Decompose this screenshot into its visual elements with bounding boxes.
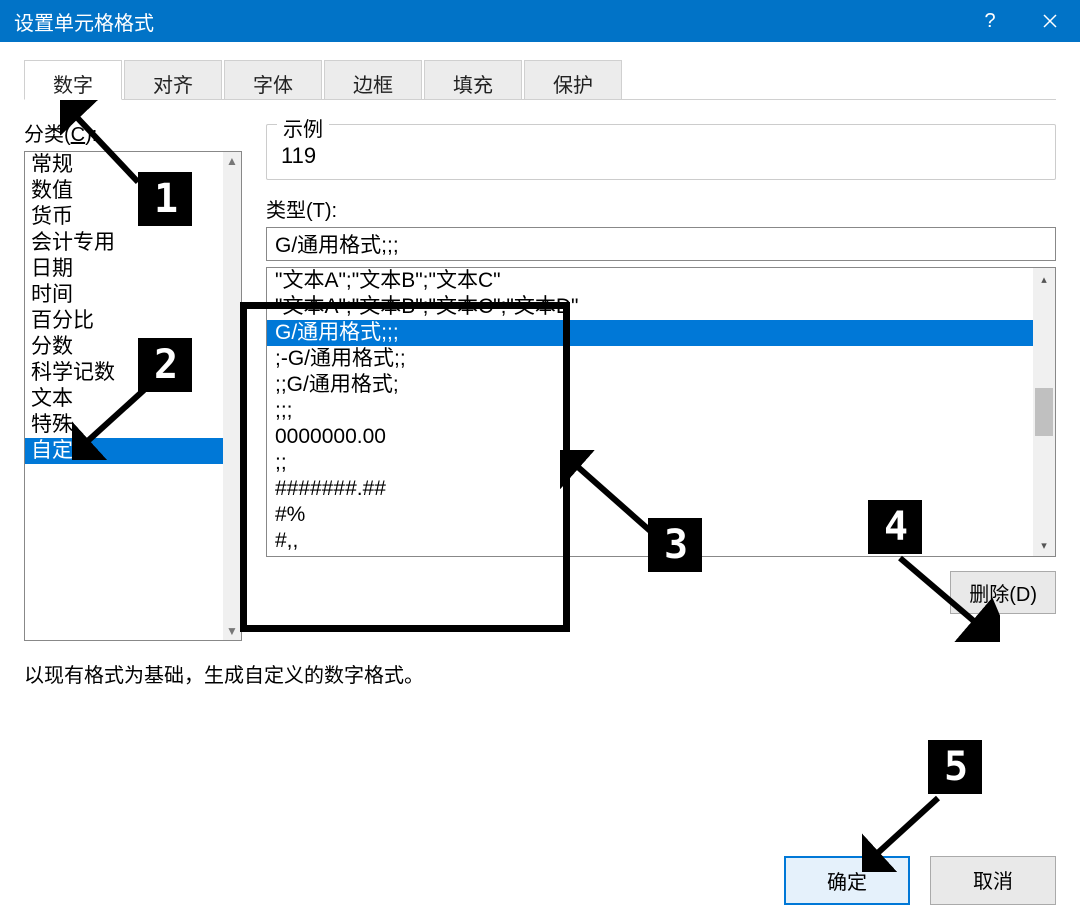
cancel-button[interactable]: 取消 — [930, 856, 1056, 905]
annotation-marker-3: 3 — [648, 518, 702, 572]
example-value: 119 — [281, 143, 1041, 169]
format-item[interactable]: ;; — [267, 450, 1037, 476]
category-item[interactable]: 货币 — [25, 204, 241, 230]
tab-fill[interactable]: 填充 — [424, 60, 522, 99]
category-item[interactable]: 分数 — [25, 334, 241, 360]
close-button[interactable] — [1020, 0, 1080, 42]
example-group: 示例 119 — [266, 124, 1056, 180]
dialog-footer: 确定 取消 — [784, 856, 1056, 905]
format-item[interactable]: 0000000.00 — [267, 424, 1037, 450]
format-item[interactable]: "文本A";"文本B";"文本C" — [267, 268, 1037, 294]
category-scrollbar[interactable]: ▲ ▼ — [223, 152, 241, 640]
help-button[interactable]: ? — [960, 0, 1020, 42]
category-list[interactable]: 常规数值货币会计专用日期时间百分比分数科学记数文本特殊自定义 ▲ ▼ — [24, 151, 242, 641]
format-item[interactable]: "文本A";"文本B";"文本C";"文本D" — [267, 294, 1037, 320]
ok-button[interactable]: 确定 — [784, 856, 910, 905]
tab-font[interactable]: 字体 — [224, 60, 322, 99]
tab-protect[interactable]: 保护 — [524, 60, 622, 99]
helper-text: 以现有格式为基础，生成自定义的数字格式。 — [24, 659, 1056, 688]
category-item[interactable]: 文本 — [25, 386, 241, 412]
format-item[interactable]: ;;; — [267, 398, 1037, 424]
scrollbar-thumb[interactable] — [1035, 388, 1053, 436]
scroll-up-icon[interactable]: ▴ — [1033, 268, 1055, 290]
tab-border[interactable]: 边框 — [324, 60, 422, 99]
scroll-down-icon[interactable]: ▼ — [223, 622, 241, 640]
category-item[interactable]: 百分比 — [25, 308, 241, 334]
window-title: 设置单元格格式 — [14, 7, 960, 36]
format-item[interactable]: ;;G/通用格式; — [267, 372, 1037, 398]
category-item[interactable]: 常规 — [25, 152, 241, 178]
annotation-marker-5: 5 — [928, 740, 982, 794]
example-label: 示例 — [277, 113, 329, 142]
category-item[interactable]: 科学记数 — [25, 360, 241, 386]
tab-bar: 数字 对齐 字体 边框 填充 保护 — [24, 60, 1056, 100]
category-item[interactable]: 时间 — [25, 282, 241, 308]
category-item[interactable]: 特殊 — [25, 412, 241, 438]
category-label: 分类(C): — [24, 118, 242, 147]
annotation-marker-4: 4 — [868, 500, 922, 554]
format-item[interactable]: G/通用格式;;; — [267, 320, 1037, 346]
category-item[interactable]: 日期 — [25, 256, 241, 282]
close-icon — [1043, 14, 1057, 28]
type-label: 类型(T): — [266, 194, 1056, 223]
category-item[interactable]: 数值 — [25, 178, 241, 204]
title-bar: 设置单元格格式 ? — [0, 0, 1080, 42]
category-item[interactable]: 自定义 — [25, 438, 241, 464]
scroll-up-icon[interactable]: ▲ — [223, 152, 241, 170]
category-item[interactable]: 会计专用 — [25, 230, 241, 256]
scroll-down-icon[interactable]: ▾ — [1033, 534, 1055, 556]
format-item[interactable]: #######.## — [267, 476, 1037, 502]
delete-button[interactable]: 删除(D) — [950, 571, 1056, 614]
type-input[interactable] — [266, 227, 1056, 261]
format-scrollbar[interactable]: ▴ ▾ — [1033, 268, 1055, 556]
tab-number[interactable]: 数字 — [24, 60, 122, 100]
annotation-marker-2: 2 — [138, 338, 192, 392]
annotation-marker-1: 1 — [138, 172, 192, 226]
format-item[interactable]: ;-G/通用格式;; — [267, 346, 1037, 372]
tab-align[interactable]: 对齐 — [124, 60, 222, 99]
format-list[interactable]: "文本A";"文本B";"文本C""文本A";"文本B";"文本C";"文本D"… — [266, 267, 1056, 557]
